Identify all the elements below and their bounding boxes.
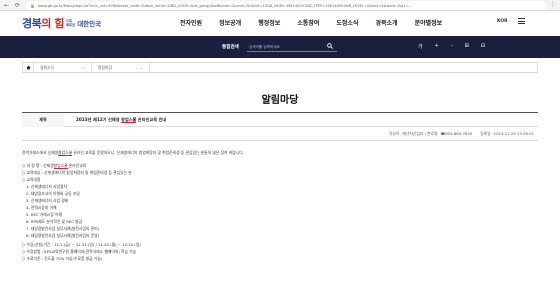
nav-item-field[interactable]: 분야별정보 xyxy=(415,18,443,27)
zoom-out-button[interactable]: - xyxy=(451,43,453,50)
author-value: 에너지산업과 | 손호영 xyxy=(402,130,438,136)
list-item: 1. 신재생에너지 사업절차 xyxy=(26,184,67,189)
main-nav: 전자민원 정보공개 행정정보 소통참여 도정소식 경북소개 분야별정보 xyxy=(180,18,459,27)
url-text: www.gb.go.kr/Main/page.do?mnu_uid=6786&d… xyxy=(37,3,413,8)
logo-brand: 대한민국 xyxy=(77,20,102,28)
chevron-down-icon: ⌄ xyxy=(139,65,143,70)
list-item: 5. REC 거래시장 이해 xyxy=(26,212,62,217)
browser-toolbar: ← ⟳ 🔒 www.gb.go.kr/Main/page.do?mnu_uid=… xyxy=(0,0,560,11)
nav-item-admin[interactable]: 행정정보 xyxy=(258,18,280,27)
lock-icon: 🔒 xyxy=(30,3,35,8)
date-label: 등록일 xyxy=(480,130,491,136)
menu-icon[interactable] xyxy=(518,18,525,24)
post-content: 전력거래소에서 신재생창업스쿨 온라인 교육을 운영하오니, 신재생에너지 창업… xyxy=(22,149,538,262)
post-subject-row: 제목 2023년 제12기 신재생 창업스쿨 온라인교육 안내 xyxy=(22,112,538,127)
share-button[interactable]: ⊟ xyxy=(481,43,485,50)
accessibility-tools: 가 + - ⊞ ⊟ xyxy=(418,43,497,50)
content-course: ○ 과 정 명 : 신재생창업스쿨 온라인교육 xyxy=(22,163,87,169)
search-input[interactable] xyxy=(247,42,337,52)
subject-header: 제목 xyxy=(22,112,64,127)
list-item: 3. 신재생에너지 사업 경제 xyxy=(26,198,69,203)
site-header: 경북의 힘 으로 새로운 대한민국 전자민원 정보공개 행정정보 소통참여 도정… xyxy=(0,11,560,36)
logo-text: 경북의 힘 xyxy=(22,17,64,30)
nav-item-civil[interactable]: 전자민원 xyxy=(180,18,202,27)
search-band: 통합검색 가 + - ⊞ ⊟ xyxy=(0,36,560,58)
phone-value: ☎054-880-7640 xyxy=(440,131,473,136)
content-subject-title: ○ 교육내용 xyxy=(22,177,41,182)
list-item: 8. 태양광발전사업 실무사례(발전사업의 운영) xyxy=(26,233,100,238)
language-selector[interactable]: KOR xyxy=(497,19,508,24)
search-label: 통합검색 xyxy=(222,45,239,50)
reload-icon[interactable]: ⟳ xyxy=(13,1,22,10)
more-icon[interactable]: ⋮ xyxy=(550,1,556,8)
chevron-down-icon: ⌄ xyxy=(81,65,85,70)
list-item: 2. 태양광조사의 이해와 공동 조달 xyxy=(26,191,80,196)
page-title: 알림마당 xyxy=(261,95,299,106)
font-size-button[interactable]: 가 xyxy=(418,43,423,50)
zoom-in-button[interactable]: + xyxy=(435,43,439,50)
nav-item-disclosure[interactable]: 정보공개 xyxy=(219,18,241,27)
breadcrumb-item-notice[interactable]: 알림마당 ⌄ xyxy=(92,63,150,72)
nav-item-about[interactable]: 경북소개 xyxy=(375,18,397,27)
list-item: 4. 전력시장의 이해 xyxy=(26,205,57,210)
content-completion: ○ 수료기준 : 진도율 70% 이상(수료증 발급 가능) xyxy=(22,256,103,261)
content-period: ○ 수강(신청)기간 : 12.1.(금) ~ 12.31.(일) / 11.2… xyxy=(22,242,141,247)
list-item: 7. 태양광발전사업 실무사례(발전사업의 관리) xyxy=(26,226,100,231)
breadcrumb-item-news[interactable]: 경북소식 ⌄ xyxy=(34,63,92,72)
home-icon[interactable] xyxy=(23,63,34,72)
content-method: ○ 수강방법 : KPX교육연구원 홈페이지(전력거래소 웹페이지) 학습 가능 xyxy=(22,249,137,254)
content-intro: 전력거래소에서 신재생창업스쿨 온라인 교육을 운영하오니, 신재생에너지 창업… xyxy=(22,150,244,156)
logo-sub: 으로 새로운 xyxy=(65,19,76,27)
author-label: 작성자 xyxy=(388,130,400,136)
back-icon[interactable]: ← xyxy=(2,1,11,10)
date-value: 2023-11-20 13:39:01 xyxy=(493,131,534,136)
post-subject: 2023년 제12기 신재생 창업스쿨 온라인교육 안내 xyxy=(76,116,167,123)
breadcrumb: 경북소식 ⌄ 알림마당 ⌄ xyxy=(22,62,538,73)
search-icon[interactable] xyxy=(326,42,334,50)
list-item: 6. RPS제도 분석학인 및 REC 발급 xyxy=(26,219,83,224)
nav-item-news[interactable]: 도정소식 xyxy=(336,18,358,27)
nav-item-participation[interactable]: 소통참여 xyxy=(297,18,319,27)
content-target: ○ 교육대상 : 신재생에너지 창업희망자 및 취업준비생 등 관심있는 분 xyxy=(22,170,132,175)
site-logo[interactable]: 경북의 힘 으로 새로운 대한민국 xyxy=(22,15,101,31)
print-button[interactable]: ⊞ xyxy=(465,43,469,50)
post-meta-row: 작성자 에너지산업과 | 손호영 ☎054-880-7640 등록일 2023-… xyxy=(22,127,538,141)
address-bar[interactable]: 🔒 www.gb.go.kr/Main/page.do?mnu_uid=6786… xyxy=(26,1,546,10)
